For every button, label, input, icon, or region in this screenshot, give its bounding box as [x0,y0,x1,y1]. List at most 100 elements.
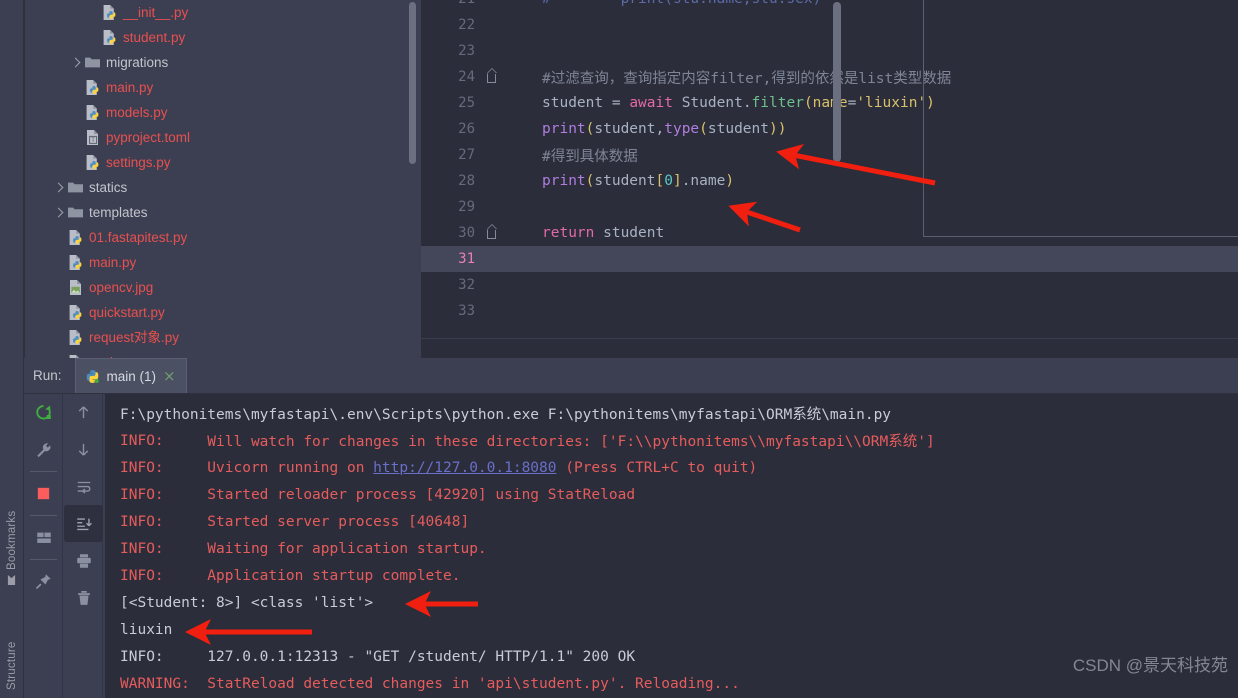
code-line[interactable]: 22 [421,12,1238,38]
chevron-right-icon[interactable] [52,181,65,194]
code-line[interactable]: 21 # print(stu.name,stu.sex) [421,0,1238,12]
tree-item[interactable]: main.py [24,250,420,275]
tree-item[interactable]: request对象.py [24,325,420,350]
tree-item-label: __init__.py [123,4,189,20]
console-line: INFO: Waiting for application startup. [120,535,1238,562]
code-editor[interactable]: 21 # print(stu.name,stu.sex) 22 23 24 #过滤查询，查… [421,0,1238,358]
tree-item[interactable]: quickstart.py [24,300,420,325]
line-number: 27 [458,147,475,163]
code-line[interactable]: 32 [421,272,1238,298]
code-line[interactable]: 29 [421,194,1238,220]
code-line[interactable]: 24 #过滤查询，查询指定内容filter,得到的依然是list类型数据 [421,64,1238,90]
tree-item-label: settings.py [106,154,171,170]
toml-file-icon: T [84,129,101,146]
tree-item-label: opencv.jpg [89,279,154,295]
python-file-icon [67,229,84,246]
tree-item-label: 01.fastapitest.py [89,229,188,245]
python-file-icon [69,230,82,245]
layout-icon[interactable] [24,519,63,556]
stop-icon[interactable] [24,475,63,512]
run-tab-main[interactable]: main (1) × [74,358,187,393]
tree-item-label: migrations [106,54,169,70]
code-line[interactable]: 26 print(student,type(student)) [421,116,1238,142]
folder-icon [84,54,101,71]
tree-item[interactable]: templates [24,200,420,225]
console-text: Uvicorn running on [163,459,374,476]
tree-item-label: statics [89,179,128,195]
scroll-to-end-icon[interactable] [64,505,103,542]
tree-item[interactable]: sockettest.py [24,350,420,358]
image-file-icon [67,279,84,296]
console-text: Started reloader process [42920] using S… [163,486,636,503]
code-line[interactable]: 30 return student [421,220,1238,246]
console-line: liuxin [120,616,1238,643]
code-line[interactable]: 25 student = await Student.filter(name='l… [421,90,1238,116]
console-text: [<Student: 8>] <class 'list'> [120,594,374,611]
python-file-icon [101,4,118,21]
up-arrow-icon[interactable] [64,394,103,431]
python-file-icon [69,305,82,320]
line-number: 25 [458,95,475,111]
run-console-output[interactable]: F:\pythonitems\myfastapi\.env\Scripts\py… [105,394,1238,698]
line-number: 33 [458,303,475,319]
python-file-icon [84,104,101,121]
chevron-right-icon[interactable] [52,206,65,219]
tree-item[interactable]: migrations [24,50,420,75]
project-tree[interactable]: __init__.py student.py migrations main.py mo… [24,0,420,358]
sidebar-item-bookmarks[interactable]: Bookmarks [0,476,24,586]
line-number: 26 [458,121,475,137]
code-line[interactable]: 27 #得到具体数据 [421,142,1238,168]
code-line[interactable]: 33 [421,298,1238,324]
tree-item-label: templates [89,204,148,220]
code-line[interactable]: 31 [421,246,1238,272]
code-fold-marker[interactable] [483,67,500,87]
code-text: # print(stu.name,stu.sex) [500,0,1238,7]
tree-item[interactable]: statics [24,175,420,200]
sidebar-item-structure[interactable]: Structure [0,604,24,690]
rerun-icon[interactable] [24,394,63,431]
line-number: 22 [458,17,475,33]
chevron-right-icon[interactable] [69,56,82,69]
tree-item[interactable]: main.py [24,75,420,100]
image-file-icon [70,280,81,295]
code-line[interactable]: 28 print(student[0].name) [421,168,1238,194]
close-icon[interactable]: × [163,368,176,384]
console-text: liuxin [120,621,173,638]
python-file-icon [84,79,101,96]
code-fold-marker[interactable] [483,223,500,243]
code-text: print(student[0].name) [542,173,735,189]
run-tool-window: Run: main (1) × F:\pythonitems\myfastapi… [24,358,1238,698]
csdn-watermark: CSDN @景天科技苑 [1072,656,1228,675]
tree-item[interactable]: settings.py [24,150,420,175]
editor-scrollbar[interactable] [833,2,841,162]
down-arrow-icon[interactable] [64,431,103,468]
pin-icon[interactable] [24,563,63,600]
code-text: #过滤查询，查询指定内容filter,得到的依然是list类型数据 [542,70,952,87]
console-link[interactable]: http://127.0.0.1:8080 [373,460,556,476]
tree-item[interactable]: student.py [24,25,420,50]
tree-item[interactable]: models.py [24,100,420,125]
folder-icon [68,207,83,218]
tree-item[interactable]: opencv.jpg [24,275,420,300]
code-line[interactable]: 23 [421,38,1238,64]
tree-item[interactable]: Tpyproject.toml [24,125,420,150]
print-icon[interactable] [64,542,103,579]
trash-icon[interactable] [64,579,103,616]
toolbar-separator [29,471,57,472]
tree-item[interactable]: __init__.py [24,0,420,25]
project-tree-scrollbar[interactable] [409,2,416,164]
tree-item[interactable]: 01.fastapitest.py [24,225,420,250]
console-text: F:\pythonitems\myfastapi\.env\Scripts\py… [120,407,892,423]
tree-item-label: student.py [123,29,186,45]
soft-wrap-icon[interactable] [64,468,103,505]
console-text: INFO: [120,432,164,449]
settings-wrench-icon[interactable] [24,431,63,468]
console-line: INFO: Application startup complete. [120,562,1238,589]
sidebar-item-bookmarks-label: Bookmarks [6,510,18,570]
